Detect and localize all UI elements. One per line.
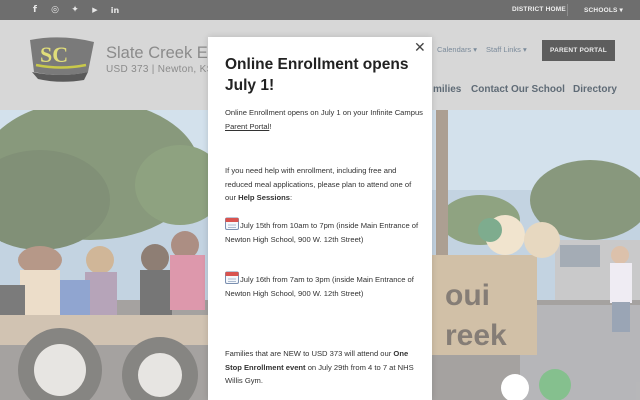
topbar-divider (567, 4, 568, 16)
nav-families[interactable]: milies (433, 84, 461, 95)
help-paragraph: If you need help with enrollment, includ… (225, 166, 412, 203)
modal-title: Online Enrollment opens July 1! (225, 56, 409, 94)
staff-links-dropdown[interactable]: Staff Links ▾ (486, 45, 527, 54)
parent-portal-button[interactable]: PARENT PORTAL (542, 40, 615, 61)
district-home-link[interactable]: DISTRICT HOME (512, 6, 566, 13)
parent-portal-link[interactable]: Parent Portal (225, 122, 269, 131)
enrollment-modal: ✕ Online Enrollment opens July 1! Online… (208, 37, 432, 400)
nav-contact-our-school[interactable]: Contact Our School (471, 84, 565, 95)
session-2: July 16th from 7am to 3pm (inside Main E… (225, 271, 423, 300)
top-bar: f ◎ ✦ ▶ in DISTRICT HOME SCHOOLS ▾ (0, 0, 640, 20)
enrollment-paragraph: Online Enrollment opens on July 1 on you… (225, 108, 423, 131)
school-subtitle: USD 373 | Newton, KS (106, 64, 214, 75)
calendars-dropdown[interactable]: Calendars ▾ (437, 45, 477, 54)
calendar-icon (225, 271, 239, 284)
new-families-paragraph: Families that are NEW to USD 373 will at… (225, 349, 414, 386)
linkedin-icon[interactable]: in (109, 4, 121, 16)
youtube-icon[interactable]: ▶ (89, 4, 101, 16)
nav-directory[interactable]: Directory (573, 84, 617, 95)
twitter-icon[interactable]: ✦ (69, 4, 81, 16)
instagram-icon[interactable]: ◎ (49, 4, 61, 16)
facebook-icon[interactable]: f (29, 4, 41, 16)
session-1: July 15th from 10am to 7pm (inside Main … (225, 217, 423, 246)
school-name: Slate Creek Ele (106, 44, 221, 62)
schools-dropdown[interactable]: SCHOOLS ▾ (584, 6, 623, 14)
svg-text:SC: SC (40, 42, 68, 67)
school-logo[interactable]: SC (26, 34, 96, 89)
calendar-icon (225, 217, 239, 230)
